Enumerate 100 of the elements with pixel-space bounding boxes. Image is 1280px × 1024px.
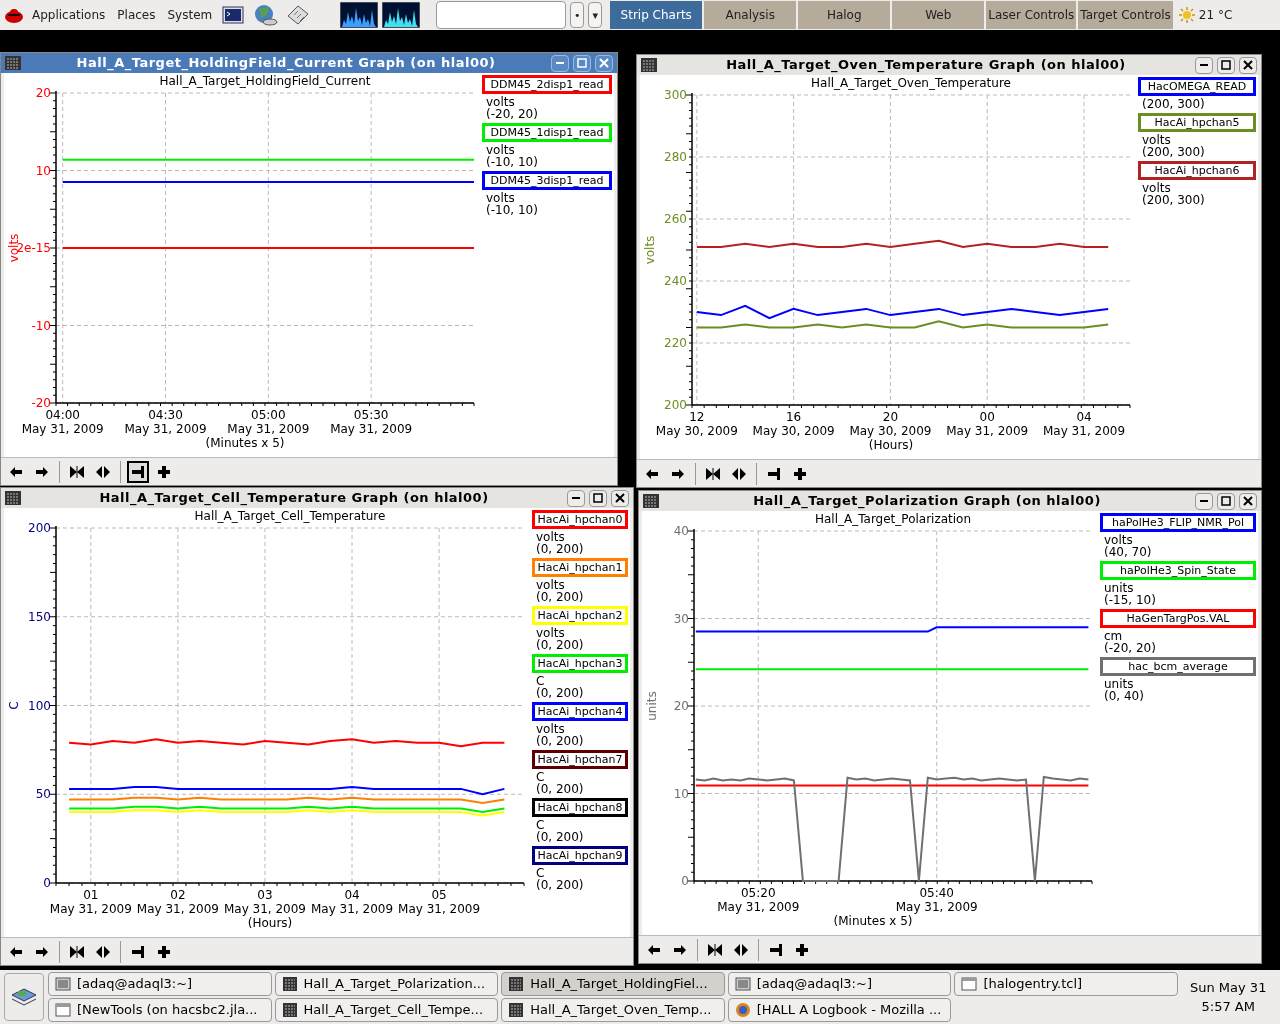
panel-menu[interactable]: Applications [28,2,110,28]
terminal-icon[interactable] [222,5,245,25]
legend-entry[interactable]: DDM45_1disp1_read [482,123,612,142]
y-tick-label: 150 [28,609,51,624]
legend-entry[interactable]: HacAi_hpchan3 [532,654,628,673]
grid-window-icon [508,1002,525,1018]
double-triangle-icon [733,941,749,958]
grid-window-icon [508,976,525,992]
legend-entry[interactable]: HacAi_hpchan8 [532,798,628,817]
taskbar-button[interactable]: [adaq@adaql3:~] [727,972,952,996]
x-axis-label: (Hours) [868,438,914,452]
maximize-icon [1221,60,1231,70]
minimize-icon [1199,499,1209,503]
legend-entry[interactable]: HacAi_hpchan9 [532,846,628,865]
taskbar-button[interactable]: Hall_A_Target_Oven_Temp... [501,998,725,1022]
temperature-reading[interactable]: 21 °C [1198,6,1233,24]
maximize-button[interactable] [589,489,607,507]
legend-entry[interactable]: HacAi_hpchan2 [532,606,628,625]
panel-tab[interactable]: Strip Charts [610,1,703,29]
panel-tab[interactable]: Laser Controls [986,1,1077,29]
command-button[interactable]: • [570,2,585,28]
close-button[interactable] [611,489,629,507]
globe-icon[interactable] [252,3,279,27]
bowtie-icon [69,943,85,960]
legend-unit: volts [485,145,516,156]
y-tick-label: -20 [31,396,51,410]
y-tick-label: 20 [673,699,689,713]
window-title: Hall_A_Target_Oven_Temperature Graph (on hlal00) [725,56,1127,75]
legend-entry[interactable]: HacAi_hpchan6 [1138,161,1256,180]
window-menu-icon[interactable] [641,58,657,72]
y-tick-label: -10 [31,318,51,333]
panel-tab[interactable]: Target Controls [1078,1,1173,29]
window-menu-icon[interactable] [5,491,21,505]
y-tick-label: 40 [673,524,689,538]
command-button[interactable]: ▾ [588,2,603,28]
legend-range: (0, 200) [535,879,585,892]
legend-entry[interactable]: HacAi_hpchan7 [532,750,628,769]
panel-menu[interactable]: System [163,2,217,28]
legend-range: (40, 70) [1103,546,1153,559]
legend-entry[interactable]: DDM45_3disp1_read [482,171,612,190]
panel-tab[interactable]: Analysis [704,1,797,29]
window-icon [961,976,978,992]
minimize-button[interactable] [567,489,585,507]
legend-unit: volts [1141,135,1171,146]
show-desktop-button[interactable] [4,973,44,1021]
calculator-icon[interactable] [286,4,311,26]
panel-tab[interactable]: Web [892,1,985,29]
legend-range: (0, 40) [1103,690,1145,703]
legend-entry[interactable]: HacAi_hpchan4 [532,702,628,721]
y-tick-label: 280 [664,150,687,164]
window-menu-icon[interactable] [643,494,659,508]
close-button[interactable] [1239,56,1257,74]
cpu-monitor-graph[interactable] [340,2,379,28]
y-tick-label: 240 [664,274,687,288]
taskbar-button[interactable]: Hall_A_Target_Cell_Tempe... [274,998,499,1022]
x-tick-label: 16 May 30, 2009 [752,410,835,438]
close-button[interactable] [1239,492,1257,510]
taskbar-button[interactable]: [adaq@adaql3:~] [48,972,272,996]
command-field[interactable] [436,1,567,29]
bar-stop-button[interactable] [127,460,149,483]
x-axis-label: (Minutes x 5) [205,436,285,450]
legend-entry[interactable]: HaGenTargPos.VAL [1100,609,1256,628]
maximize-button[interactable] [1217,492,1235,510]
chart-title: Hall_A_Target_Polarization [814,512,972,526]
x-tick-label: 05:40 May 31, 2009 [895,886,978,914]
legend-unit: volts [535,532,565,543]
network-monitor-graph[interactable] [382,2,421,28]
globe-icon [734,1002,751,1018]
plus-icon [156,943,172,960]
legend-range: (-10, 10) [485,204,539,217]
minimize-button[interactable] [1195,492,1213,510]
taskbar-button[interactable]: [halogentry.tcl] [954,972,1178,996]
plus-icon [792,465,808,482]
legend-entry[interactable]: HacAi_hpchan1 [532,558,628,577]
x-tick-label: 05:00 May 31, 2009 [227,408,310,436]
window-menu-icon[interactable] [5,56,21,70]
legend-entry[interactable]: HacOMEGA_READ [1138,77,1256,96]
panel-menu[interactable]: Places [113,2,160,28]
legend-entry[interactable]: HacAi_hpchan5 [1138,113,1256,132]
terminal-icon [55,976,71,992]
legend-entry[interactable]: HacAi_hpchan0 [532,510,628,529]
minimize-button[interactable] [1195,56,1213,74]
panel-tab[interactable]: Halog [798,1,891,29]
taskbar-button[interactable]: Hall_A_Target_Polarization... [274,972,499,996]
x-tick-label: 12 May 30, 2009 [655,410,738,438]
clock-date[interactable]: Sun May 31 [1190,977,1267,997]
legend-entry[interactable]: haPolHe3_Spin_State [1100,561,1256,580]
terminal-icon [734,976,751,992]
taskbar-button[interactable]: [HALL A Logbook - Mozilla ... [727,998,952,1022]
taskbar-button[interactable]: [NewTools (on hacsbc2.jla... [48,998,272,1022]
legend-entry[interactable]: hac_bcm_average [1100,657,1256,676]
maximize-button[interactable] [1217,56,1235,74]
legend-entry[interactable]: haPolHe3_FLIP_NMR_Pol [1100,513,1256,532]
bowtie-icon [69,463,85,480]
hat-logo-icon[interactable] [4,6,24,24]
taskbar-button[interactable]: Hall_A_Target_HoldingFiel... [501,972,725,996]
window-title: Hall_A_Target_HoldingField_Current Graph (on hlal00) [75,54,497,73]
legend-unit: C [535,772,545,783]
legend-entry[interactable]: DDM45_2disp1_read [482,75,612,94]
clock-time[interactable]: 5:57 AM [1201,997,1255,1017]
